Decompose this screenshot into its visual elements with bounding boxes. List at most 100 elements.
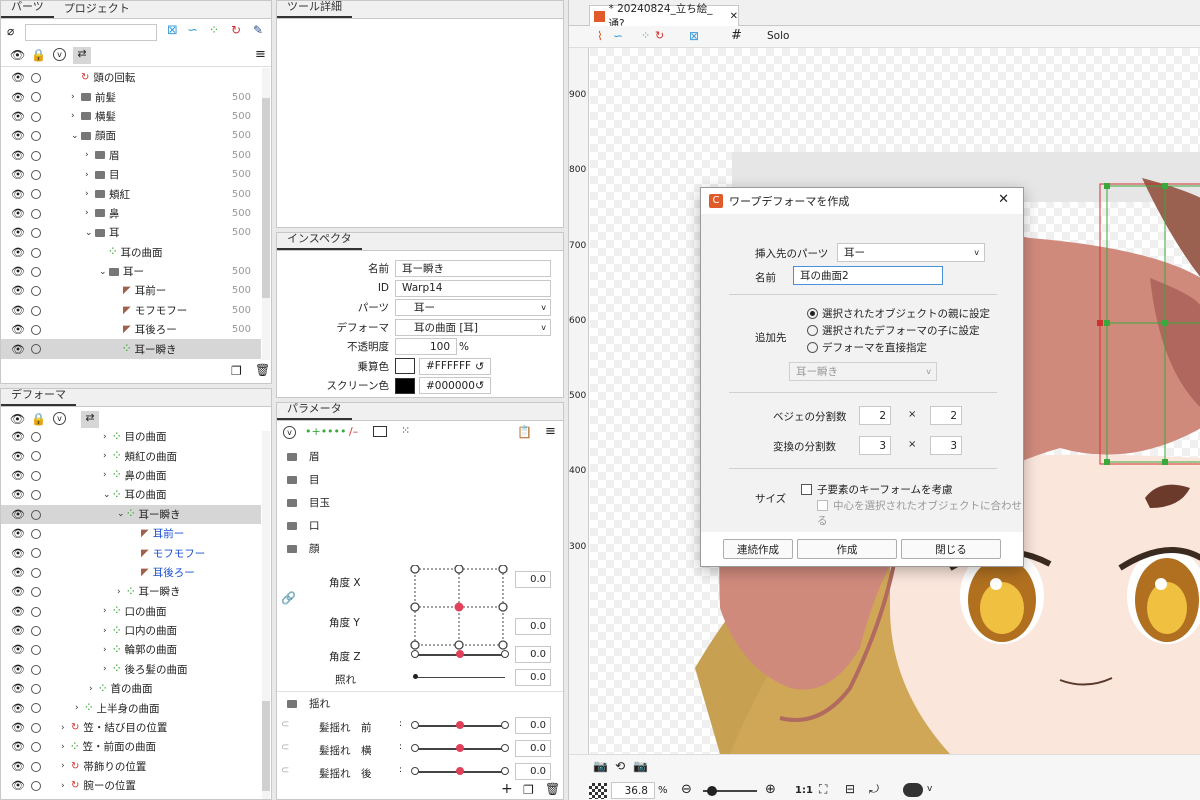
- id-input[interactable]: Warp14: [395, 279, 551, 297]
- chevron-right-icon[interactable]: ›: [103, 470, 113, 480]
- chevron-right-icon[interactable]: ›: [103, 432, 113, 442]
- zoom-input[interactable]: 36.8: [611, 782, 655, 799]
- menu-icon[interactable]: ≡: [545, 424, 556, 439]
- lock-toggle[interactable]: [31, 645, 41, 656]
- tree-row[interactable]: 👁 ↻ 頭の回転: [1, 68, 261, 87]
- visibility-eye-icon[interactable]: 👁: [11, 585, 25, 598]
- visibility-eye-icon[interactable]: 👁: [11, 663, 25, 676]
- lock-toggle[interactable]: [31, 490, 41, 501]
- flip-horizontal-icon[interactable]: ⊟: [845, 782, 855, 796]
- visibility-eye-icon[interactable]: 👁: [11, 149, 25, 162]
- chevron-right-icon[interactable]: ›: [61, 761, 71, 771]
- chevron-down-icon[interactable]: ⌄: [85, 228, 95, 238]
- rotation-filter-icon[interactable]: ↻: [231, 23, 241, 37]
- warp-filter-icon[interactable]: ⁘: [641, 29, 650, 42]
- visibility-eye-icon[interactable]: 👁: [11, 343, 25, 356]
- link-icon[interactable]: 🔗: [281, 591, 296, 605]
- insert-parts-select[interactable]: 耳ー v: [837, 243, 985, 262]
- visibility-eye-icon[interactable]: 👁: [11, 188, 25, 201]
- actual-size-button[interactable]: 1:1: [795, 785, 813, 796]
- tree-row[interactable]: 👁 › ⁘ 頬紅の曲面: [1, 446, 261, 465]
- lock-toggle[interactable]: [31, 344, 41, 355]
- reset-icon[interactable]: ↺: [475, 360, 484, 373]
- parts-select[interactable]: 耳ー v: [395, 299, 551, 317]
- visibility-eye-icon[interactable]: 👁: [11, 91, 25, 104]
- search-toggle-icon[interactable]: ⌀: [7, 24, 14, 38]
- lock-toggle[interactable]: [31, 781, 41, 792]
- lock-toggle[interactable]: [31, 703, 41, 714]
- menu-icon[interactable]: ≡: [255, 47, 266, 62]
- visibility-eye-icon[interactable]: 👁: [11, 168, 25, 181]
- chevron-down-icon[interactable]: ⌄: [117, 509, 127, 519]
- lock-toggle[interactable]: [31, 528, 41, 539]
- tree-row[interactable]: 👁 ⌄ ⁘ 耳の曲面: [1, 485, 261, 504]
- tree-row[interactable]: 👁 ⌄ ⁘ 耳ー瞬き: [1, 504, 261, 524]
- parameter-group-sway[interactable]: 揺れ: [277, 691, 563, 715]
- visibility-eye-icon[interactable]: 👁: [11, 702, 25, 715]
- lock-toggle[interactable]: [31, 664, 41, 675]
- shy-value[interactable]: 0.0: [515, 669, 551, 686]
- tree-row[interactable]: 👁 › ⁘ 笠・前面の曲面: [1, 737, 261, 756]
- visibility-eye-icon[interactable]: 👁: [11, 450, 25, 463]
- tree-row[interactable]: 👁 › ⁘ 後ろ髪の曲面: [1, 660, 261, 679]
- camera-icon[interactable]: 📷: [593, 759, 608, 773]
- visibility-eye-icon[interactable]: 👁: [11, 284, 25, 297]
- remove-keyform-icon[interactable]: /–: [349, 425, 358, 438]
- background-toggle[interactable]: [589, 783, 607, 799]
- visibility-eye-icon[interactable]: 👁: [11, 226, 25, 239]
- tab-tool-detail[interactable]: ツール詳細: [277, 1, 352, 18]
- warp-filter-icon[interactable]: ⁘: [209, 23, 219, 37]
- deformer-select[interactable]: 耳の曲面 [耳] v: [395, 318, 551, 336]
- lock-toggle[interactable]: [31, 169, 41, 180]
- chevron-down-icon[interactable]: ⌄: [99, 267, 109, 277]
- tree-row[interactable]: 👁›↻腕一の位置: [1, 795, 261, 800]
- chevron-right-icon[interactable]: ›: [89, 684, 99, 694]
- visibility-eye-icon[interactable]: 👁: [11, 110, 25, 123]
- grid-icon[interactable]: #: [731, 28, 742, 43]
- radio-parent[interactable]: 選択されたオブジェクトの親に設定: [807, 306, 990, 321]
- tab-parameters[interactable]: パラメータ: [277, 403, 352, 420]
- lock-toggle[interactable]: [31, 73, 41, 83]
- visibility-eye-icon[interactable]: 👁: [11, 304, 25, 317]
- visibility-eye-icon[interactable]: 👁: [11, 207, 25, 220]
- visibility-eye-icon[interactable]: 👁: [11, 488, 25, 501]
- slider-handle[interactable]: [456, 744, 464, 752]
- name-input[interactable]: 耳ー瞬き: [395, 260, 551, 278]
- chevron-down-icon[interactable]: ⌄: [103, 490, 113, 500]
- deform-path-icon[interactable]: ⌇: [597, 29, 603, 43]
- chevron-right-icon[interactable]: ›: [61, 723, 71, 733]
- glue-icon[interactable]: ∽: [187, 23, 198, 38]
- tree-row[interactable]: 👁 › 鼻 500: [1, 204, 261, 223]
- clipboard-icon[interactable]: 📋: [517, 425, 532, 439]
- lock-toggle[interactable]: [31, 247, 41, 258]
- chevron-right-icon[interactable]: ›: [103, 645, 113, 655]
- tree-row[interactable]: 👁 › 目 500: [1, 165, 261, 184]
- transform-y-input[interactable]: 3: [930, 436, 962, 455]
- chevron-right-icon[interactable]: ›: [71, 92, 81, 102]
- chevron-right-icon[interactable]: ›: [103, 606, 113, 616]
- lock-toggle[interactable]: [31, 742, 41, 753]
- deformer-scrollbar[interactable]: [262, 431, 270, 799]
- tree-row[interactable]: 👁 ⁘ 耳の曲面: [1, 243, 261, 262]
- parameter-group[interactable]: 目: [277, 468, 563, 491]
- solo-toggle[interactable]: Solo: [767, 30, 789, 42]
- parts-search-input[interactable]: [25, 24, 157, 41]
- angle-y-value[interactable]: 0.0: [515, 618, 551, 635]
- link-icon[interactable]: ⊂: [281, 719, 289, 730]
- close-icon[interactable]: ✕: [998, 192, 1009, 207]
- tree-row[interactable]: 👁 ◤ モフモフー 500: [1, 301, 261, 320]
- lock-toggle[interactable]: [31, 228, 41, 239]
- tree-row[interactable]: 👁 ◤ モフモフー: [1, 543, 261, 562]
- visibility-eye-icon[interactable]: 👁: [11, 682, 25, 695]
- tree-row[interactable]: 👁 › ⁘ 鼻の曲面: [1, 466, 261, 485]
- reset-icon[interactable]: ↺: [475, 379, 484, 392]
- parameter-group[interactable]: 眉: [277, 445, 563, 468]
- add-keyform-icon[interactable]: •+•: [305, 425, 327, 438]
- eye-header-icon[interactable]: 👁: [10, 412, 25, 426]
- tab-project[interactable]: プロジェクト: [54, 1, 140, 18]
- tree-row[interactable]: 👁 › 頬紅 500: [1, 184, 261, 203]
- visibility-eye-icon[interactable]: 👁: [11, 605, 25, 618]
- tree-row[interactable]: 👁 ◤ 耳後ろー 500: [1, 320, 261, 339]
- camera-add-icon[interactable]: 📷: [633, 759, 648, 773]
- document-tab[interactable]: * 20240824_立ち絵_通? ✕: [589, 3, 739, 30]
